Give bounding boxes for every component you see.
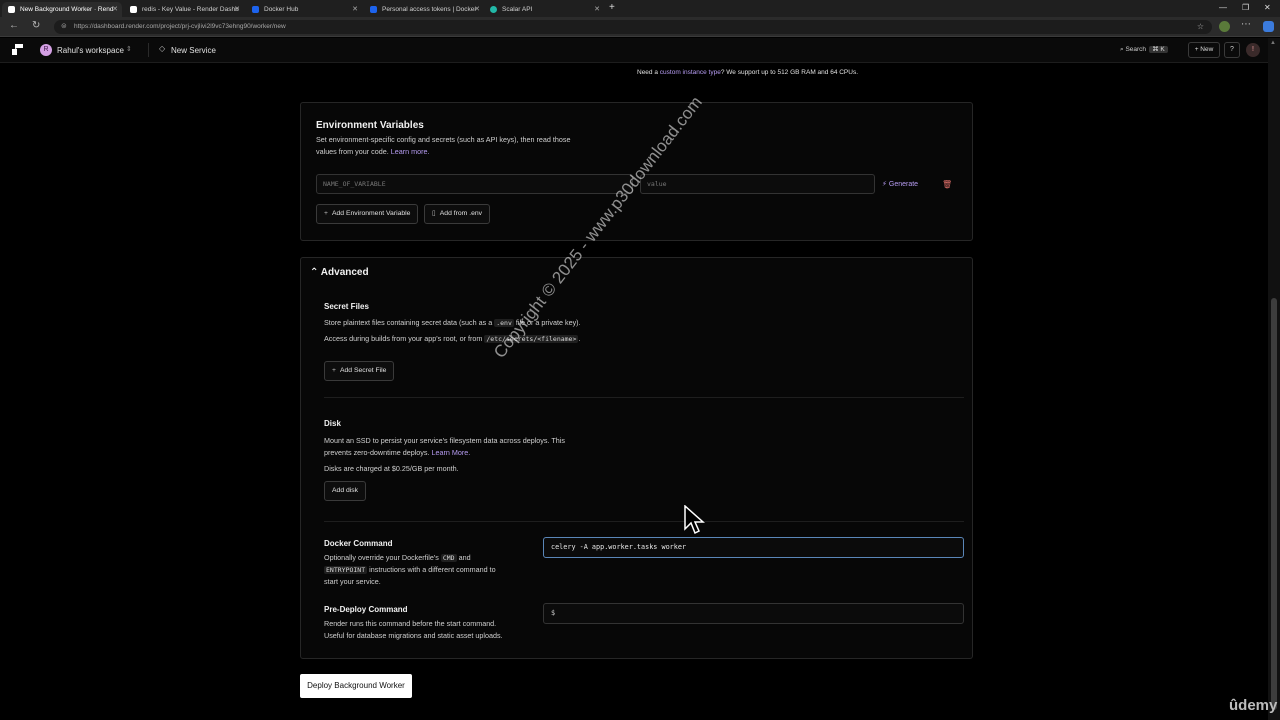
user-avatar[interactable]: ! <box>1246 43 1260 57</box>
secret-files-desc-1: Store plaintext files containing secret … <box>324 318 581 327</box>
udemy-logo: ûdemy <box>1229 697 1278 714</box>
file-icon: ▯ <box>432 210 436 217</box>
mouse-cursor-icon <box>684 505 705 535</box>
add-from-env-button[interactable]: ▯ Add from .env <box>424 204 491 224</box>
secret-files-title: Secret Files <box>324 302 369 311</box>
chevron-updown-icon[interactable]: ⇕ <box>126 45 132 53</box>
docker-favicon-icon <box>252 6 259 13</box>
disk-pricing: Disks are charged at $0.25/GB per month. <box>324 464 459 473</box>
browser-tab-bar: New Background Worker · Rend ✕ redis - K… <box>0 0 1280 17</box>
maximize-icon[interactable]: ❐ <box>1242 3 1249 12</box>
add-env-variable-button[interactable]: + Add Environment Variable <box>316 204 419 224</box>
magic-wand-icon: ⚡ <box>882 181 887 188</box>
env-learn-more-link[interactable]: Learn more. <box>391 147 430 156</box>
disk-title: Disk <box>324 419 341 428</box>
search-button[interactable]: ⌕ Search ⌘ K <box>1120 45 1168 54</box>
add-disk-button[interactable]: Add disk <box>324 481 367 501</box>
new-tab-button[interactable]: + <box>609 2 615 13</box>
tab-docker-hub[interactable]: Docker Hub ✕ <box>246 2 362 17</box>
section-divider <box>324 521 964 522</box>
close-tab-icon[interactable]: ✕ <box>112 5 118 13</box>
plus-icon: + <box>324 210 328 217</box>
render-logo-icon[interactable] <box>12 44 23 55</box>
env-name-input[interactable]: NAME_OF_VARIABLE <box>316 174 633 194</box>
help-button[interactable]: ? <box>1224 42 1240 58</box>
header-divider <box>148 43 149 57</box>
workspace-switcher[interactable]: Rahul's workspace <box>57 46 124 55</box>
workspace-avatar[interactable]: R <box>40 44 52 56</box>
disk-learn-more-link[interactable]: Learn More. <box>431 448 470 457</box>
new-button[interactable]: + New <box>1188 42 1220 58</box>
custom-instance-link[interactable]: custom instance type <box>660 69 721 76</box>
chevron-up-icon: ⌃ <box>310 267 321 278</box>
site-info-icon[interactable]: ⊜ <box>61 20 67 34</box>
disk-description: Mount an SSD to persist your service's f… <box>324 436 565 457</box>
docker-command-input[interactable]: celery -A app.worker.tasks worker <box>543 537 964 558</box>
pre-deploy-title: Pre-Deploy Command <box>324 605 408 614</box>
close-tab-icon[interactable]: ✕ <box>594 5 600 13</box>
back-icon[interactable]: ← <box>9 20 19 31</box>
env-vars-title: Environment Variables <box>316 120 424 131</box>
tab-personal-access-tokens[interactable]: Personal access tokens | Docker ✕ <box>364 2 484 17</box>
reload-icon[interactable]: ↻ <box>32 20 40 31</box>
tab-new-background-worker[interactable]: New Background Worker · Rend ✕ <box>2 2 122 17</box>
plus-icon: + <box>332 367 336 374</box>
deploy-background-worker-button[interactable]: Deploy Background Worker <box>300 674 412 698</box>
url-field[interactable]: ⊜ https://dashboard.render.com/project/p… <box>54 20 1212 34</box>
app-header: R Rahul's workspace ⇕ ◇ New Service ⌕ Se… <box>0 38 1268 63</box>
tab-redis[interactable]: redis - Key Value - Render Dashb ✕ <box>124 2 244 17</box>
pre-deploy-command-input[interactable]: $ <box>543 603 964 624</box>
profile-avatar-icon[interactable] <box>1219 21 1230 32</box>
render-favicon-icon <box>130 6 137 13</box>
add-secret-file-button[interactable]: + Add Secret File <box>324 361 395 381</box>
bookmark-star-icon[interactable]: ☆ <box>1197 20 1204 34</box>
scalar-favicon-icon <box>490 6 497 13</box>
advanced-toggle[interactable]: ⌃ Advanced <box>310 267 369 278</box>
copilot-icon[interactable] <box>1263 21 1274 32</box>
docker-command-title: Docker Command <box>324 539 393 548</box>
scroll-up-icon[interactable]: ▲ <box>1270 40 1276 46</box>
diamond-icon: ◇ <box>159 44 166 53</box>
address-bar-row: ← ↻ ⊜ https://dashboard.render.com/proje… <box>0 17 1280 37</box>
trash-icon[interactable]: 🗑 <box>942 180 952 189</box>
close-tab-icon[interactable]: ✕ <box>234 5 240 13</box>
docker-command-description: Optionally override your Dockerfile's CM… <box>324 553 496 586</box>
secret-files-desc-2: Access during builds from your app's roo… <box>324 334 581 343</box>
section-divider <box>324 397 964 398</box>
close-window-icon[interactable]: ✕ <box>1264 3 1271 12</box>
tab-scalar-api[interactable]: Scalar API ✕ <box>484 2 604 17</box>
breadcrumb[interactable]: New Service <box>171 46 216 55</box>
env-value-input[interactable]: value <box>640 174 875 194</box>
close-tab-icon[interactable]: ✕ <box>352 5 358 13</box>
render-favicon-icon <box>8 6 15 13</box>
menu-dots-icon[interactable]: ⋯ <box>1241 19 1251 30</box>
pre-deploy-description: Render runs this command before the star… <box>324 619 503 640</box>
docker-favicon-icon <box>370 6 377 13</box>
minimize-icon[interactable]: — <box>1219 3 1227 12</box>
close-tab-icon[interactable]: ✕ <box>474 5 480 13</box>
search-shortcut: ⌘ K <box>1149 46 1168 53</box>
env-vars-description: Set environment-specific config and secr… <box>316 135 571 156</box>
generate-button[interactable]: ⚡ Generate <box>882 180 918 188</box>
instance-type-note: Need a custom instance type? We support … <box>637 69 859 76</box>
scrollbar-thumb[interactable] <box>1271 298 1277 710</box>
